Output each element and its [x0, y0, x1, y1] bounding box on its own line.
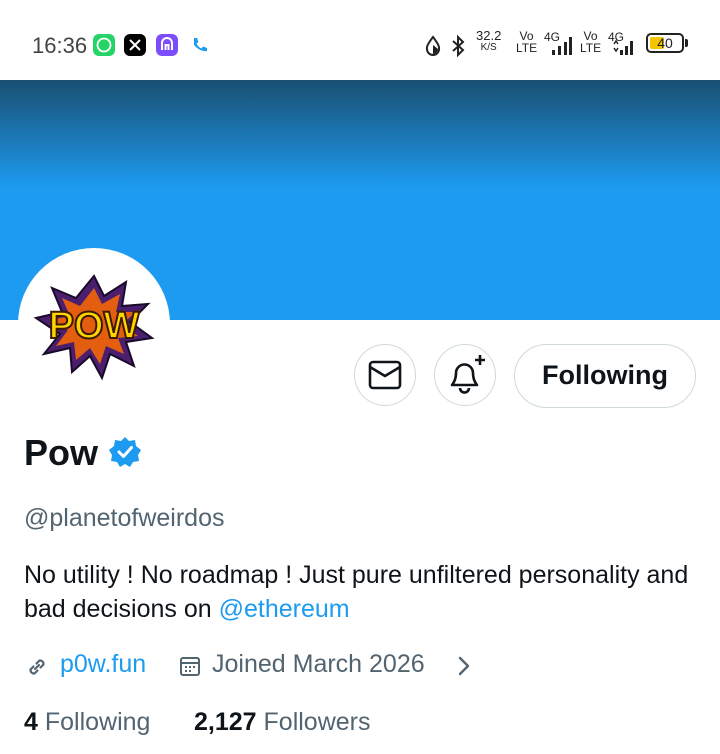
following-label: Following: [44, 708, 151, 736]
status-bar: 16:36 32.2 K/S Vo LTE 4G Vo LTE 4G 40: [0, 0, 720, 80]
volte-2: Vo LTE: [580, 30, 601, 54]
purple-app-icon: [156, 34, 178, 56]
avatar-text: POW: [49, 305, 140, 347]
calendar-icon: [178, 654, 202, 683]
followers-count: 2,127: [194, 708, 257, 736]
profile-bio: No utility ! No roadmap ! Just pure unfi…: [24, 558, 704, 626]
status-time: 16:36: [32, 33, 88, 58]
battery-icon: 40: [646, 33, 684, 53]
following-count: 4: [24, 708, 38, 736]
x-app-icon: [124, 34, 146, 56]
website-link[interactable]: p0w.fun: [60, 650, 146, 679]
phone-icon: [189, 34, 211, 56]
chevron-right-icon[interactable]: [456, 654, 472, 683]
followers-label: Followers: [263, 708, 371, 736]
followers-stat[interactable]: 2,127 Followers: [194, 708, 371, 737]
bio-text: No utility ! No roadmap ! Just pure unfi…: [24, 561, 689, 623]
profile-handle: @planetofweirdos: [24, 504, 225, 532]
pow-logo-image: POW: [33, 274, 155, 381]
following-button[interactable]: Following: [514, 344, 696, 408]
battery-tip: [685, 39, 688, 47]
bluetooth-icon: [449, 34, 467, 63]
network-speed: 32.2 K/S: [476, 28, 502, 54]
bell-plus-icon: [450, 355, 485, 394]
lte-label-1: LTE: [516, 41, 538, 55]
profile-name: Pow: [24, 432, 99, 473]
lte-label-2: LTE: [580, 41, 602, 55]
speed-unit: K/S: [480, 42, 497, 53]
following-stat[interactable]: 4 Following: [24, 708, 150, 737]
data-saver-icon: [424, 35, 442, 62]
signal-icon-2: [612, 36, 636, 61]
avatar[interactable]: POW: [24, 254, 164, 394]
notifications-button[interactable]: [434, 344, 496, 406]
whatsapp-icon: [93, 34, 115, 56]
bio-mention-link[interactable]: @ethereum: [219, 595, 350, 623]
link-icon: [24, 654, 50, 685]
joined-date: Joined March 2026: [212, 650, 425, 678]
speed-value: 32.2: [476, 28, 502, 43]
battery-level: 40: [657, 35, 673, 51]
volte-1: Vo LTE: [516, 30, 537, 54]
envelope-icon: [368, 360, 402, 390]
message-button[interactable]: [354, 344, 416, 406]
verified-badge-icon[interactable]: [108, 435, 142, 469]
signal-icon-1: [550, 36, 572, 61]
